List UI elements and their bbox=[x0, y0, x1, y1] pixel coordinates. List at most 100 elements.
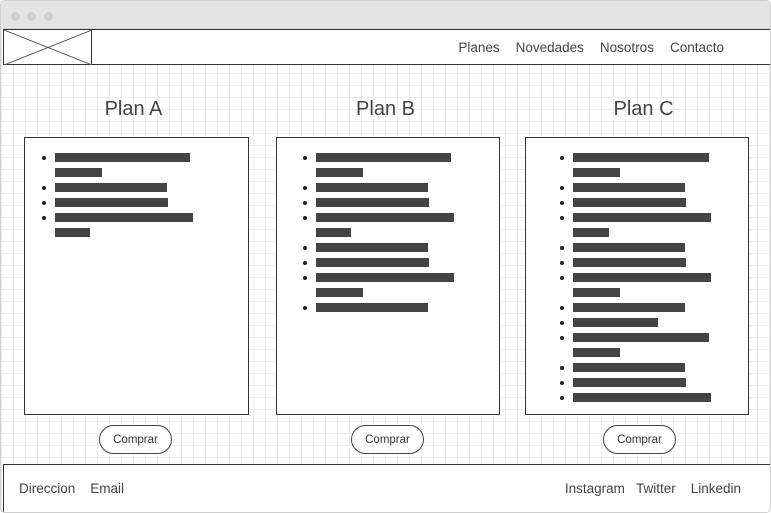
list-item bbox=[303, 258, 454, 267]
list-item bbox=[303, 273, 454, 297]
text-placeholder-bar bbox=[55, 213, 193, 222]
top-navbar: Planes Novedades Nosotros Contacto bbox=[3, 29, 770, 66]
list-item bbox=[42, 153, 193, 177]
nav-links: Planes Novedades Nosotros Contacto bbox=[442, 30, 724, 64]
browser-window: Planes Novedades Nosotros Contacto Plan … bbox=[0, 0, 771, 513]
list-item bbox=[303, 198, 454, 207]
bullet-icon bbox=[303, 306, 307, 310]
list-item bbox=[303, 303, 454, 312]
nav-link-nosotros[interactable]: Nosotros bbox=[600, 40, 654, 55]
footer-link-email[interactable]: Email bbox=[90, 481, 124, 496]
text-placeholder-bar bbox=[573, 153, 709, 162]
list-item bbox=[560, 318, 711, 327]
nav-link-planes[interactable]: Planes bbox=[458, 40, 499, 55]
list-item bbox=[303, 153, 454, 177]
maximize-window-dot[interactable] bbox=[44, 12, 53, 21]
text-placeholder-bar bbox=[316, 273, 454, 282]
footer-link-linkedin[interactable]: Linkedin bbox=[691, 481, 741, 496]
text-placeholder-bar bbox=[55, 183, 167, 192]
plan-c-buy-button[interactable]: Comprar bbox=[603, 425, 676, 454]
nav-link-contacto[interactable]: Contacto bbox=[670, 40, 724, 55]
bullet-icon bbox=[560, 306, 564, 310]
minimize-window-dot[interactable] bbox=[27, 12, 36, 21]
bullet-icon bbox=[560, 186, 564, 190]
bullet-icon bbox=[560, 336, 564, 340]
bullet-icon bbox=[303, 276, 307, 280]
logo-placeholder-icon[interactable] bbox=[3, 29, 93, 66]
list-item bbox=[42, 198, 193, 207]
plan-c-title: Plan C bbox=[613, 98, 674, 120]
footer-right-links: Instagram Twitter Linkedin bbox=[565, 465, 741, 512]
bullet-icon bbox=[42, 201, 46, 205]
text-placeholder-bar bbox=[573, 258, 686, 267]
text-placeholder-bar bbox=[316, 183, 428, 192]
list-item bbox=[560, 273, 711, 297]
text-placeholder-bar bbox=[573, 168, 620, 177]
list-item bbox=[303, 183, 454, 192]
nav-link-novedades[interactable]: Novedades bbox=[516, 40, 584, 55]
plan-b-card bbox=[276, 137, 500, 415]
text-placeholder-bar bbox=[55, 153, 190, 162]
footer-link-direccion[interactable]: Direccion bbox=[19, 481, 75, 496]
text-placeholder-bar bbox=[316, 258, 429, 267]
list-item bbox=[560, 198, 711, 207]
text-placeholder-bar bbox=[316, 198, 429, 207]
bullet-icon bbox=[560, 156, 564, 160]
footer-link-twitter[interactable]: Twitter bbox=[636, 481, 676, 496]
text-placeholder-bar bbox=[316, 303, 428, 312]
plan-b-feature-list bbox=[303, 153, 454, 318]
page-footer: Direccion Email Instagram Twitter Linked… bbox=[3, 464, 770, 512]
window-titlebar bbox=[1, 1, 770, 29]
text-placeholder-bar bbox=[55, 198, 168, 207]
close-window-dot[interactable] bbox=[11, 12, 20, 21]
bullet-icon bbox=[560, 246, 564, 250]
plan-b-buy-button[interactable]: Comprar bbox=[351, 425, 424, 454]
text-placeholder-bar bbox=[573, 378, 686, 387]
text-placeholder-bar bbox=[573, 303, 685, 312]
bullet-icon bbox=[560, 216, 564, 220]
list-item bbox=[560, 183, 711, 192]
list-item bbox=[42, 183, 193, 192]
text-placeholder-bar bbox=[573, 348, 620, 357]
list-item bbox=[303, 213, 454, 237]
text-placeholder-bar bbox=[316, 243, 428, 252]
text-placeholder-bar bbox=[573, 363, 685, 372]
bullet-icon bbox=[560, 381, 564, 385]
footer-link-instagram[interactable]: Instagram bbox=[565, 481, 625, 496]
text-placeholder-bar bbox=[573, 198, 686, 207]
bullet-icon bbox=[42, 186, 46, 190]
bullet-icon bbox=[303, 261, 307, 265]
text-placeholder-bar bbox=[573, 288, 620, 297]
plan-a-buy-button[interactable]: Comprar bbox=[99, 425, 172, 454]
text-placeholder-bar bbox=[573, 243, 685, 252]
list-item bbox=[560, 213, 711, 237]
bullet-icon bbox=[42, 156, 46, 160]
bullet-icon bbox=[560, 261, 564, 265]
text-placeholder-bar bbox=[316, 228, 351, 237]
text-placeholder-bar bbox=[573, 393, 711, 402]
text-placeholder-bar bbox=[316, 288, 363, 297]
text-placeholder-bar bbox=[316, 213, 454, 222]
list-item bbox=[42, 213, 193, 237]
plan-a-card bbox=[24, 137, 249, 415]
bullet-icon bbox=[303, 246, 307, 250]
text-placeholder-bar bbox=[573, 213, 711, 222]
bullet-icon bbox=[303, 156, 307, 160]
plan-b-title: Plan B bbox=[356, 98, 415, 120]
list-item bbox=[560, 258, 711, 267]
text-placeholder-bar bbox=[573, 318, 658, 327]
plan-c-card bbox=[525, 137, 749, 415]
list-item bbox=[560, 393, 711, 402]
list-item bbox=[560, 363, 711, 372]
text-placeholder-bar bbox=[573, 273, 711, 282]
bullet-icon bbox=[560, 276, 564, 280]
bullet-icon bbox=[42, 216, 46, 220]
bullet-icon bbox=[560, 366, 564, 370]
text-placeholder-bar bbox=[316, 168, 363, 177]
footer-left-links: Direccion Email bbox=[19, 465, 124, 512]
bullet-icon bbox=[303, 216, 307, 220]
list-item bbox=[560, 303, 711, 312]
list-item bbox=[560, 378, 711, 387]
plan-c-feature-list bbox=[560, 153, 711, 408]
list-item bbox=[303, 243, 454, 252]
